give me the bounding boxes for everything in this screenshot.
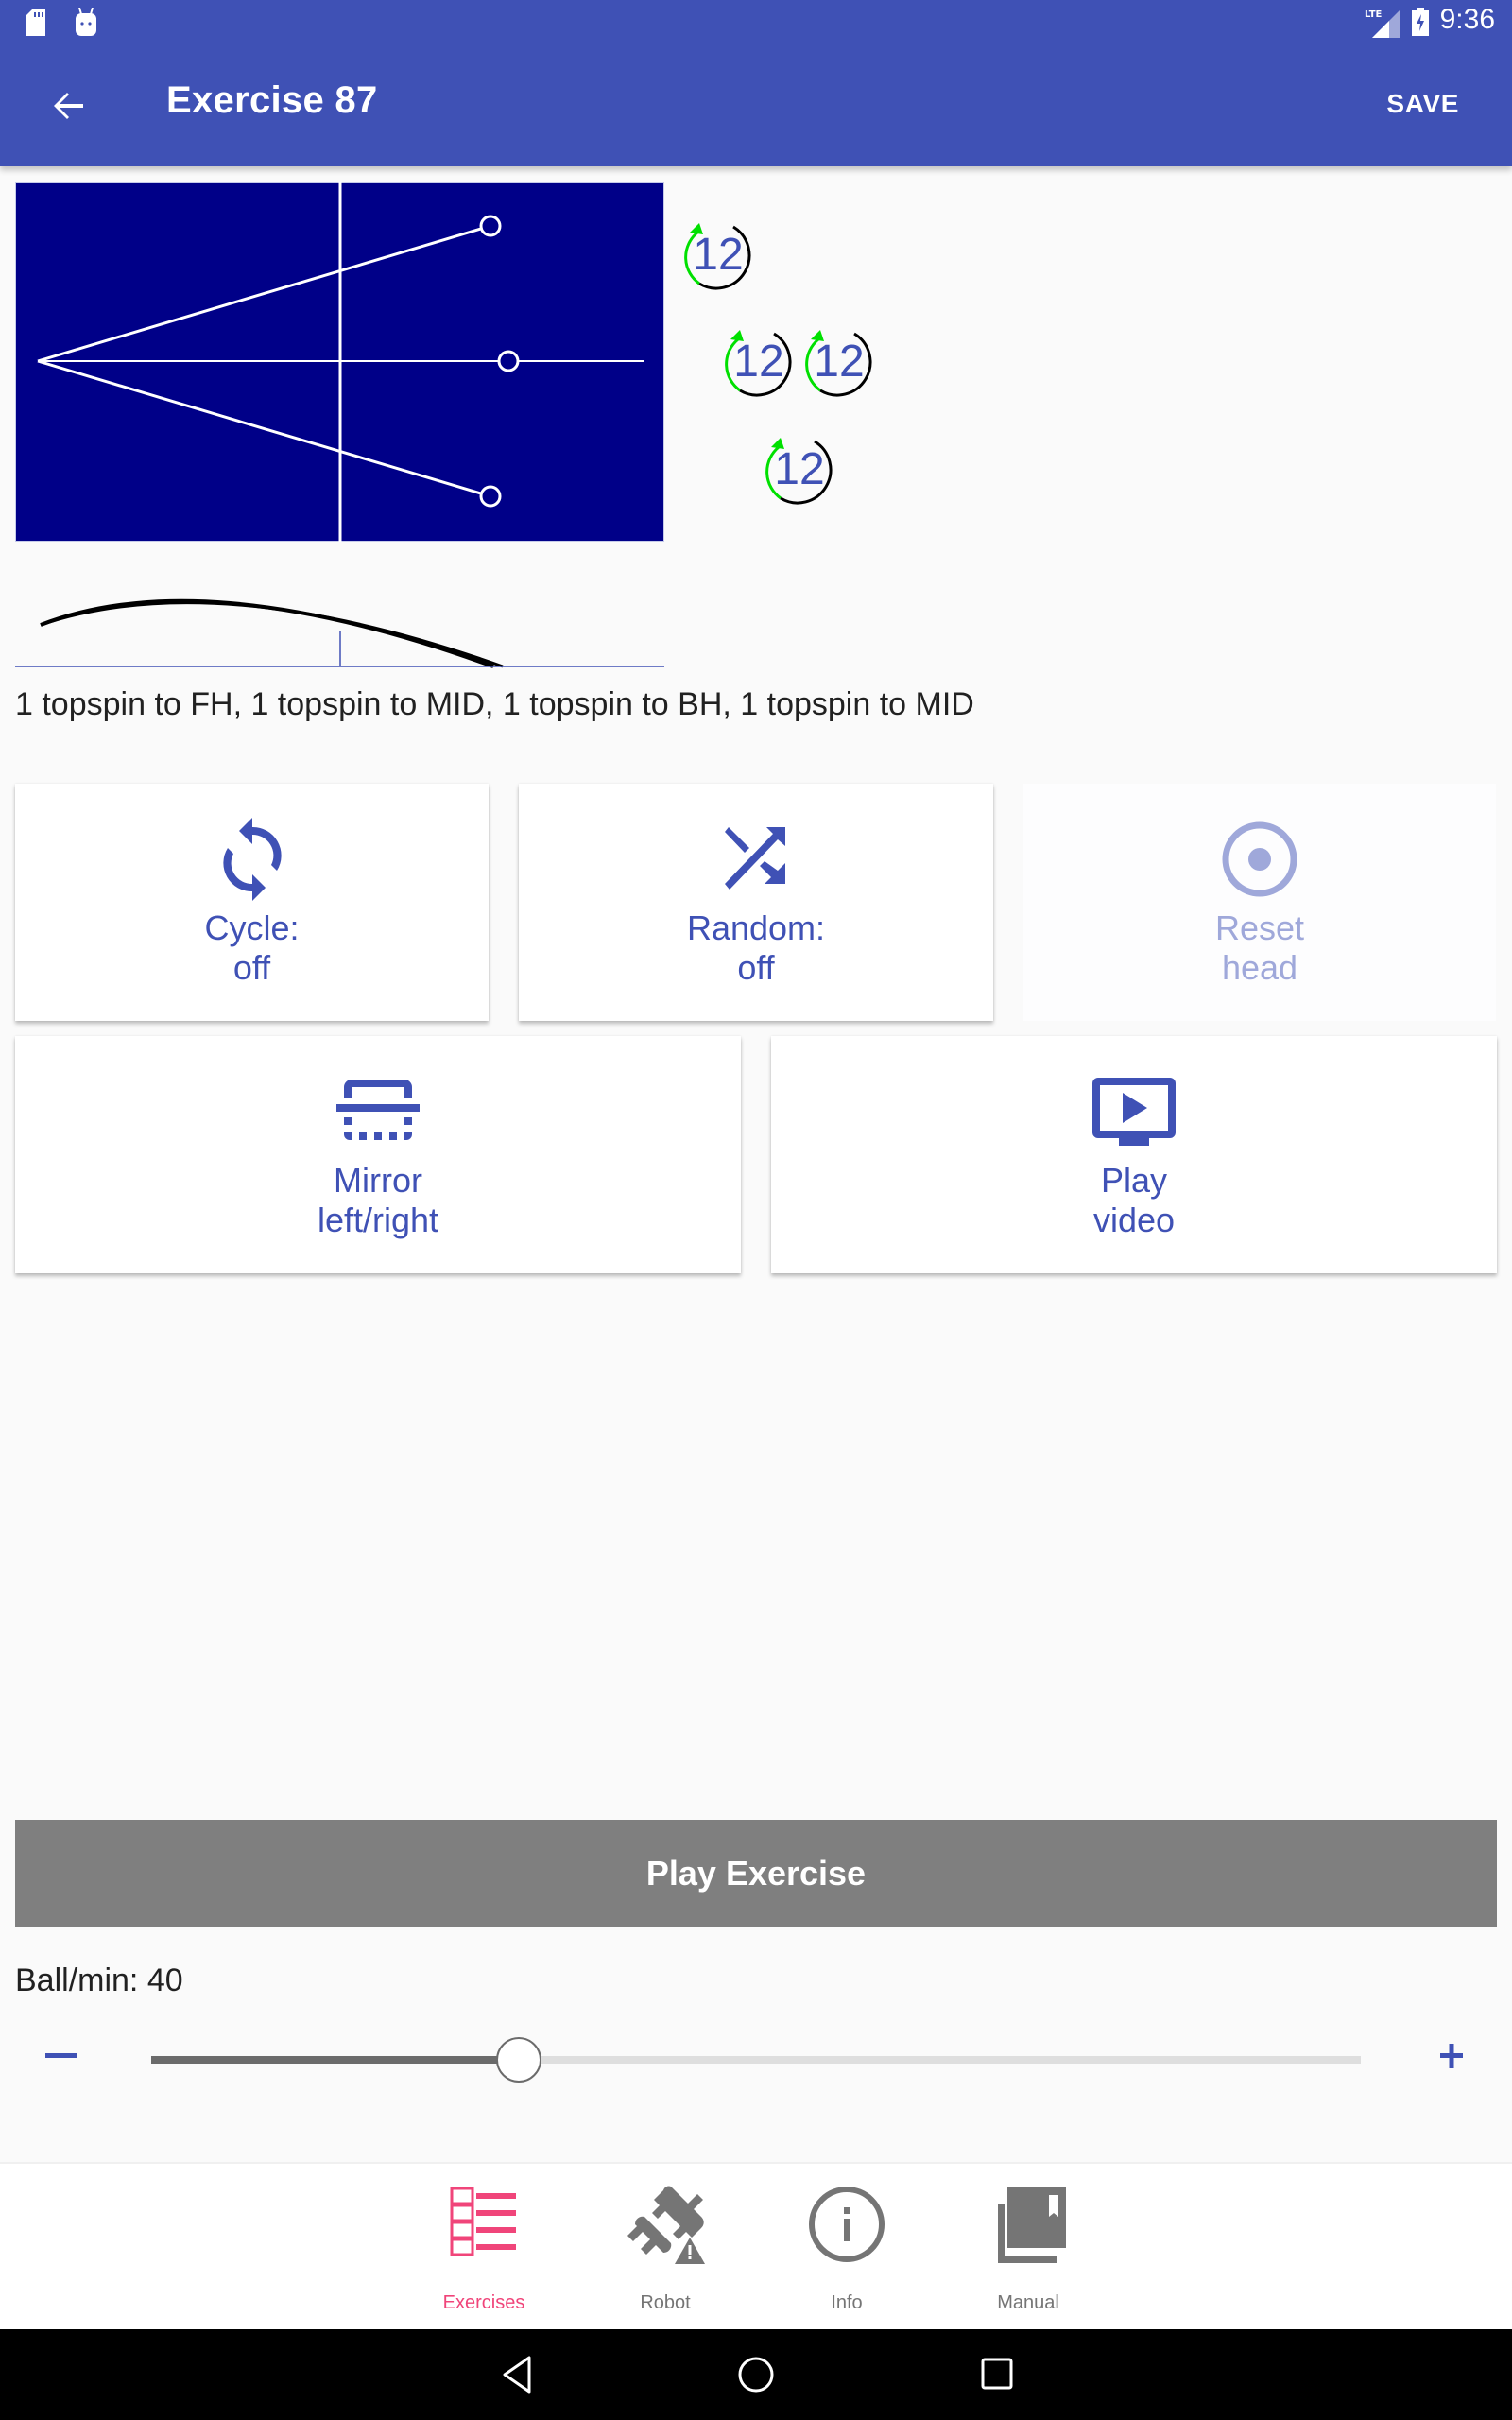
target-fh — [479, 215, 502, 237]
spin-value: 12 — [814, 337, 865, 387]
system-back-button[interactable] — [488, 2346, 544, 2403]
cycle-icon — [222, 818, 282, 901]
increase-speed-button[interactable] — [1429, 2032, 1474, 2078]
tab-label: Exercises — [442, 2292, 525, 2313]
status-bar: LTE 9:36 — [0, 0, 1512, 45]
tab-info[interactable]: Info — [756, 2164, 937, 2331]
mirror-label-2: left/right — [317, 1201, 439, 1239]
manual-library-icon — [998, 2187, 1066, 2263]
trajectory-diagram — [15, 598, 664, 668]
spin-indicator-mid: 12 — [719, 322, 799, 402]
random-button[interactable]: Random: off — [519, 784, 993, 1021]
spin-value: 12 — [693, 230, 744, 280]
spin-indicator-mid-2: 12 — [799, 322, 879, 402]
mirror-label: Mirror — [334, 1161, 422, 1200]
slider-track-fill — [151, 2056, 520, 2064]
speed-label: Ball/min: 40 — [15, 1962, 183, 1998]
play-video-button[interactable]: Play video — [771, 1036, 1497, 1273]
spin-value: 12 — [774, 444, 825, 494]
tab-label: Manual — [997, 2292, 1059, 2313]
minus-icon — [45, 2053, 77, 2058]
robot-disconnected-icon — [627, 2186, 705, 2264]
cycle-label: Cycle: — [204, 908, 300, 947]
bottom-navigation: Exercises Robot Info Manual — [0, 2162, 1512, 2329]
target-mid — [497, 350, 520, 372]
trajectory-curve-2 — [40, 601, 504, 668]
slider-thumb[interactable] — [496, 2037, 542, 2083]
random-state: off — [737, 948, 775, 987]
exercise-list-icon — [450, 2187, 516, 2256]
spin-indicator-bh: 12 — [760, 430, 839, 510]
random-label: Random: — [686, 908, 826, 947]
save-button[interactable]: SAVE — [1386, 89, 1459, 119]
trajectory-curve — [40, 598, 494, 668]
tab-exercises[interactable]: Exercises — [393, 2164, 575, 2331]
cycle-button[interactable]: Cycle: off — [15, 784, 489, 1021]
decrease-speed-button[interactable] — [38, 2032, 83, 2078]
tab-label: Robot — [640, 2292, 691, 2313]
play-video-label-2: video — [1092, 1201, 1176, 1239]
shuffle-icon — [725, 827, 785, 890]
mirror-button[interactable]: Mirror left/right — [15, 1036, 741, 1273]
radio-button-icon — [1222, 821, 1297, 897]
system-recents-button[interactable] — [970, 2346, 1026, 2403]
play-exercise-button[interactable]: Play Exercise — [15, 1820, 1497, 1927]
play-video-label: Play — [1100, 1161, 1168, 1200]
spin-value: 12 — [733, 337, 784, 387]
tab-manual[interactable]: Manual — [937, 2164, 1119, 2331]
tab-robot[interactable]: Robot — [575, 2164, 756, 2331]
reset-label-2: head — [1221, 948, 1298, 987]
system-home-button[interactable] — [728, 2346, 784, 2403]
status-time: 9:36 — [1439, 4, 1495, 35]
target-bh — [479, 485, 502, 508]
info-icon — [809, 2187, 885, 2262]
video-icon — [1092, 1078, 1176, 1146]
sd-card-icon — [26, 9, 45, 36]
tab-label: Info — [831, 2292, 863, 2313]
back-button[interactable] — [45, 83, 91, 129]
reset-label: Reset — [1214, 908, 1305, 947]
table-diagram — [15, 182, 664, 542]
square-recents-icon — [981, 2358, 1013, 2390]
system-navigation-bar — [0, 2329, 1512, 2420]
arrow-back-icon — [54, 93, 83, 119]
reset-head-button[interactable]: Reset head — [1023, 784, 1496, 1021]
plus-icon — [1440, 2044, 1463, 2068]
android-debug-icon — [76, 8, 96, 36]
flip-icon — [336, 1080, 420, 1140]
page-title: Exercise 87 — [166, 79, 378, 121]
battery-charging-icon — [1412, 8, 1429, 36]
signal-icon: LTE — [1365, 9, 1400, 38]
speed-slider[interactable] — [151, 2036, 1361, 2083]
svg-text:LTE: LTE — [1365, 9, 1383, 20]
spin-indicator-fh: 12 — [679, 216, 758, 295]
app-bar: LTE 9:36 Exercise 87 SAVE — [0, 0, 1512, 166]
triangle-back-icon — [503, 2356, 531, 2394]
cycle-state: off — [232, 948, 271, 987]
exercise-description: 1 topspin to FH, 1 topspin to MID, 1 top… — [15, 686, 974, 722]
circle-home-icon — [738, 2357, 774, 2393]
